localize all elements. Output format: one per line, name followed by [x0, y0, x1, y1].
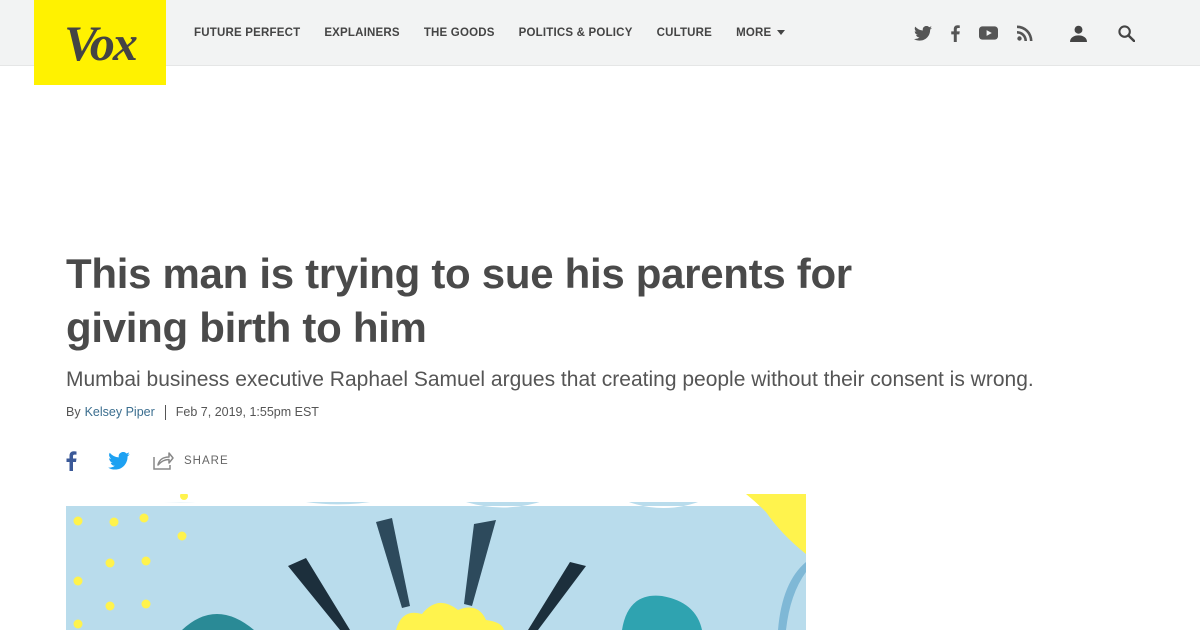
- byline-divider: [164, 404, 166, 420]
- nav-item-label: FUTURE PERFECT: [194, 26, 301, 39]
- nav-item-politics-policy[interactable]: POLITICS & POLICY: [519, 27, 633, 39]
- vox-logo[interactable]: Vox: [34, 0, 166, 85]
- facebook-icon[interactable]: [66, 450, 80, 472]
- youtube-icon[interactable]: [976, 22, 1000, 44]
- social-links: [912, 22, 1036, 44]
- nav-item-label: EXPLAINERS: [324, 26, 400, 39]
- facebook-icon[interactable]: [948, 22, 962, 44]
- share-bar: SHARE: [66, 449, 229, 473]
- hero-illustration: [66, 494, 806, 630]
- nav-item-future-perfect[interactable]: FUTURE PERFECT: [194, 27, 300, 39]
- article-headline: This man is trying to sue his parents fo…: [66, 250, 852, 351]
- search-icon[interactable]: [1115, 22, 1137, 44]
- twitter-icon[interactable]: [108, 450, 132, 472]
- share-icon[interactable]: [152, 450, 176, 472]
- rss-icon[interactable]: [1014, 22, 1036, 44]
- chevron-down-icon: [777, 30, 786, 35]
- top-nav: FUTURE PERFECT EXPLAINERS THE GOODS POLI…: [0, 0, 1200, 66]
- nav-item-culture[interactable]: CULTURE: [657, 27, 713, 39]
- nav-item-label: POLITICS & POLICY: [518, 26, 633, 39]
- logo-text: Vox: [64, 14, 138, 71]
- twitter-icon[interactable]: [912, 22, 934, 44]
- article-dek: Mumbai business executive Raphael Samuel…: [66, 368, 1034, 391]
- nav-item-the-goods[interactable]: THE GOODS: [424, 27, 495, 39]
- share-label[interactable]: SHARE: [184, 455, 229, 467]
- nav-item-label: CULTURE: [656, 26, 713, 39]
- user-icon[interactable]: [1067, 22, 1089, 44]
- byline-prefix: By: [66, 405, 81, 419]
- nav-item-more[interactable]: MORE: [736, 26, 786, 39]
- nav-item-label: THE GOODS: [423, 26, 495, 39]
- nav-item-label: MORE: [736, 26, 772, 39]
- section-nav: FUTURE PERFECT EXPLAINERS THE GOODS POLI…: [194, 0, 786, 65]
- publish-timestamp: Feb 7, 2019, 1:55pm EST: [175, 405, 319, 419]
- hero-artwork: [66, 494, 806, 630]
- nav-item-explainers[interactable]: EXPLAINERS: [324, 27, 400, 39]
- byline: By Kelsey Piper Feb 7, 2019, 1:55pm EST: [66, 403, 319, 421]
- utility-nav: [1067, 22, 1137, 44]
- author-link[interactable]: Kelsey Piper: [85, 405, 155, 419]
